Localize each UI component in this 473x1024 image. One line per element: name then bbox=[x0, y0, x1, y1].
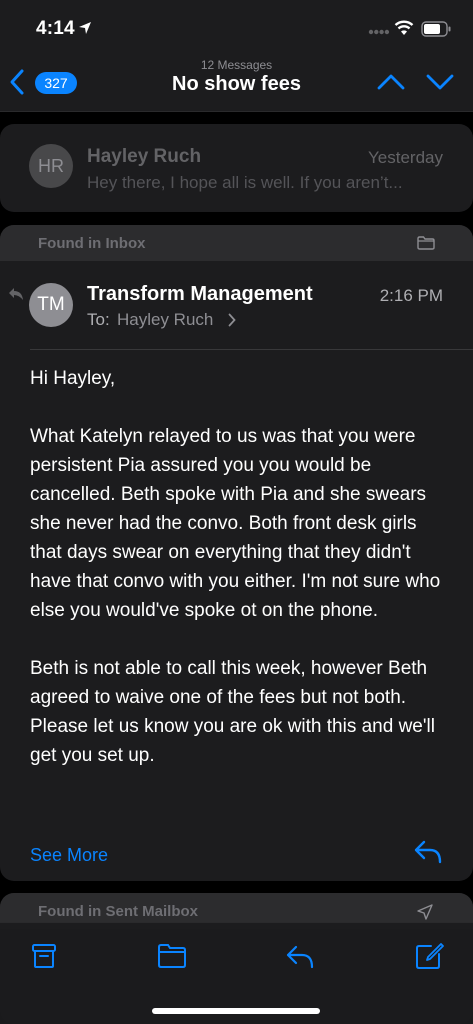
divider bbox=[30, 349, 473, 350]
avatar: HR bbox=[29, 144, 73, 188]
see-more-link[interactable]: See More bbox=[30, 845, 108, 866]
status-bar: 4:14 bbox=[0, 0, 473, 48]
previous-message-card[interactable]: HR Hayley Ruch Yesterday Hey there, I ho… bbox=[0, 124, 473, 212]
bottom-toolbar bbox=[0, 922, 473, 1024]
found-in-header: Found in Inbox bbox=[0, 225, 473, 261]
next-message-chevron-down-icon[interactable] bbox=[425, 72, 455, 92]
reply-icon[interactable] bbox=[413, 839, 443, 865]
to-label: To: bbox=[87, 310, 110, 329]
body-paragraph: What Katelyn relayed to us was that you … bbox=[30, 426, 441, 621]
avatar: TM bbox=[29, 283, 73, 327]
message-date: Yesterday bbox=[368, 148, 443, 167]
message-card: Found in Inbox TM Transform Management 2… bbox=[0, 225, 473, 881]
found-in-label: Found in Sent Mailbox bbox=[38, 903, 198, 920]
folder-icon bbox=[417, 236, 435, 250]
folder-icon[interactable] bbox=[157, 942, 187, 970]
found-in-label: Found in Inbox bbox=[38, 235, 146, 252]
message-count: 12 Messages bbox=[200, 58, 273, 72]
navigation-bar: 327 12 Messages No show fees bbox=[0, 48, 473, 112]
archive-icon[interactable] bbox=[29, 942, 59, 970]
replied-indicator-icon bbox=[9, 288, 23, 300]
cellular-signal-icon bbox=[368, 29, 390, 35]
chevron-right-icon[interactable] bbox=[228, 313, 236, 327]
sender-name: Hayley Ruch bbox=[87, 146, 202, 167]
message-snippet: Hey there, I hope all is well. If you ar… bbox=[87, 173, 403, 192]
body-paragraph: Beth is not able to call this week, howe… bbox=[30, 658, 435, 766]
message-time: 2:16 PM bbox=[379, 286, 443, 305]
sender-name[interactable]: Transform Management bbox=[87, 283, 313, 306]
compose-icon[interactable] bbox=[414, 942, 444, 970]
wifi-icon bbox=[394, 20, 414, 35]
location-arrow-icon bbox=[79, 22, 91, 34]
recipient-name[interactable]: Hayley Ruch bbox=[117, 310, 213, 330]
body-paragraph: Hi Hayley, bbox=[30, 368, 116, 389]
home-indicator[interactable] bbox=[152, 1008, 320, 1014]
send-arrow-icon bbox=[417, 904, 433, 920]
battery-icon bbox=[421, 21, 451, 37]
status-time: 4:14 bbox=[36, 18, 75, 39]
message-body: Hi Hayley, What Katelyn relayed to us wa… bbox=[30, 364, 450, 799]
reply-icon[interactable] bbox=[285, 942, 315, 970]
previous-message-chevron-up-icon[interactable] bbox=[376, 72, 406, 92]
